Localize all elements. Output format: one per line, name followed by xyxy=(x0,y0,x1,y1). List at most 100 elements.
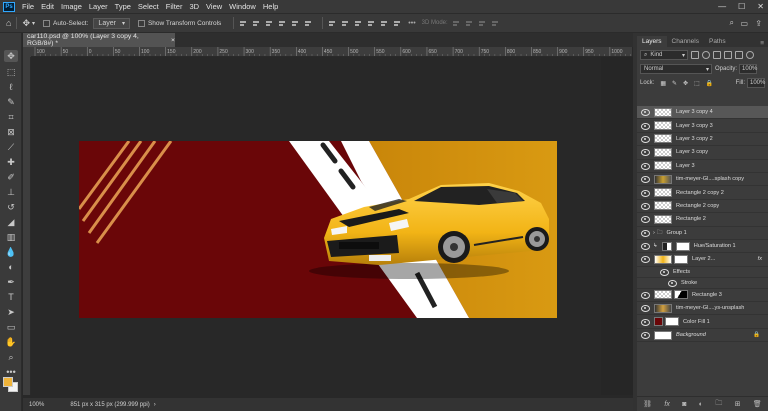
visibility-eye-icon[interactable] xyxy=(640,135,650,143)
visibility-eye-icon[interactable] xyxy=(640,256,650,264)
layer-row[interactable]: Layer 3 copy 3 xyxy=(637,119,768,133)
chevron-right-icon[interactable]: › xyxy=(653,230,655,236)
zoom-tool-icon[interactable]: ⌕ xyxy=(4,351,18,363)
menu-image[interactable]: Image xyxy=(61,2,82,11)
orbit-3d-icon[interactable] xyxy=(452,19,461,28)
menu-edit[interactable]: Edit xyxy=(41,2,54,11)
tab-layers[interactable]: Layers xyxy=(637,36,667,47)
crop-tool-icon[interactable]: ⌗ xyxy=(4,111,18,123)
maximize-button[interactable]: ☐ xyxy=(738,2,745,11)
opacity-input[interactable]: 100% xyxy=(739,64,757,74)
move-tool-icon[interactable]: ✥ xyxy=(4,50,18,62)
layer-row[interactable]: Rectangle 2 copy xyxy=(637,200,768,214)
layer-row[interactable]: tim-meyer-Gl....splash copy xyxy=(637,173,768,187)
lasso-tool-icon[interactable]: ℓ xyxy=(4,81,18,93)
menu-3d[interactable]: 3D xyxy=(189,2,199,11)
artboard-image[interactable] xyxy=(79,141,557,318)
visibility-eye-icon[interactable] xyxy=(640,216,650,224)
zoom-level[interactable]: 100% xyxy=(29,402,44,408)
menu-filter[interactable]: Filter xyxy=(166,2,183,11)
align-center-icon[interactable] xyxy=(291,19,300,28)
layer-row[interactable]: Rectangle 2 xyxy=(637,213,768,227)
distribute-right-icon[interactable] xyxy=(393,19,402,28)
distribute-top-icon[interactable] xyxy=(328,19,337,28)
more-options-icon[interactable]: ••• xyxy=(408,20,415,27)
smart-object-filter-icon[interactable] xyxy=(735,51,743,59)
foreground-color-swatch[interactable] xyxy=(3,377,13,387)
chevron-right-icon[interactable]: › xyxy=(154,402,156,408)
fx-badge[interactable]: fx xyxy=(758,256,762,262)
lock-artboard-icon[interactable]: ⬚ xyxy=(694,80,700,87)
layer-row[interactable]: Color Fill 1 xyxy=(637,315,768,329)
pen-tool-icon[interactable]: ✒ xyxy=(4,276,18,288)
kind-filter-dropdown[interactable]: ⌕ Kind ▾ xyxy=(640,50,688,60)
fill-input[interactable]: 100% xyxy=(747,78,765,88)
minimize-button[interactable]: — xyxy=(718,2,726,11)
slide-3d-icon[interactable] xyxy=(491,19,500,28)
layer-row[interactable]: ↳ Hue/Saturation 1 xyxy=(637,240,768,254)
fx-icon[interactable]: fx xyxy=(664,401,669,408)
transform-controls-checkbox[interactable] xyxy=(137,19,145,27)
document-tab[interactable]: car110.psd @ 100% (Layer 3 copy 4, RGB/8… xyxy=(23,33,175,47)
drag-3d-icon[interactable] xyxy=(478,19,487,28)
visibility-eye-icon[interactable] xyxy=(640,243,650,251)
tab-channels[interactable]: Channels xyxy=(667,36,704,47)
layer-row[interactable]: Layer 3 copy 2 xyxy=(637,133,768,147)
align-left-icon[interactable] xyxy=(278,19,287,28)
tab-paths[interactable]: Paths xyxy=(704,36,731,47)
menu-type[interactable]: Type xyxy=(115,2,131,11)
close-button[interactable]: ✕ xyxy=(757,2,764,11)
lock-pixels-icon[interactable]: ▦ xyxy=(660,80,666,87)
blend-mode-dropdown[interactable]: Normal ▾ xyxy=(640,64,712,74)
menu-view[interactable]: View xyxy=(206,2,222,11)
home-icon[interactable]: ⌂ xyxy=(6,18,11,28)
align-middle-icon[interactable] xyxy=(252,19,261,28)
visibility-eye-icon[interactable] xyxy=(640,122,650,130)
align-right-icon[interactable] xyxy=(304,19,313,28)
menu-window[interactable]: Window xyxy=(229,2,256,11)
roll-3d-icon[interactable] xyxy=(465,19,474,28)
distribute-bottom-icon[interactable] xyxy=(354,19,363,28)
layer-row[interactable]: Background 🔒 xyxy=(637,329,768,343)
gradient-tool-icon[interactable]: ▥ xyxy=(4,231,18,243)
brush-tool-icon[interactable]: ✐ xyxy=(4,171,18,183)
visibility-eye-icon[interactable] xyxy=(640,162,650,170)
visibility-eye-icon[interactable] xyxy=(640,291,650,299)
visibility-eye-icon[interactable] xyxy=(659,268,669,276)
visibility-eye-icon[interactable] xyxy=(640,332,650,340)
horizontal-ruler[interactable]: 100 50 0 50 100 150 200 250 300 350 400 450 500 550 60… xyxy=(31,47,632,57)
share-icon[interactable]: ⇪ xyxy=(755,19,762,28)
menu-layer[interactable]: Layer xyxy=(89,2,108,11)
chevron-down-icon[interactable]: ▾ xyxy=(32,20,35,27)
blur-tool-icon[interactable]: 💧 xyxy=(4,246,18,258)
adjustment-icon[interactable]: ◐ xyxy=(699,401,703,408)
visibility-eye-icon[interactable] xyxy=(640,318,650,326)
auto-select-dropdown[interactable]: Layer ▾ xyxy=(93,17,130,29)
lock-position-icon[interactable]: ✥ xyxy=(683,80,688,87)
path-select-tool-icon[interactable]: ➤ xyxy=(4,306,18,318)
move-tool-icon[interactable]: ✥ xyxy=(22,18,30,29)
layer-row[interactable]: Layer 3 copy 4 xyxy=(637,106,768,120)
shape-filter-icon[interactable] xyxy=(724,51,732,59)
quick-select-tool-icon[interactable]: ✎ xyxy=(4,96,18,108)
distribute-left-icon[interactable] xyxy=(367,19,376,28)
lock-all-icon[interactable]: 🔒 xyxy=(706,80,713,87)
layer-row[interactable]: Layer 3 copy xyxy=(637,146,768,160)
distribute-center-icon[interactable] xyxy=(380,19,389,28)
frame-tool-icon[interactable]: ⊠ xyxy=(4,126,18,138)
menu-file[interactable]: File xyxy=(22,2,34,11)
menu-help[interactable]: Help xyxy=(263,2,278,11)
trash-icon[interactable]: 🗑 xyxy=(753,400,762,408)
distribute-middle-icon[interactable] xyxy=(341,19,350,28)
type-filter-icon[interactable] xyxy=(713,51,721,59)
stroke-effect-row[interactable]: Stroke xyxy=(637,278,768,289)
rectangle-tool-icon[interactable]: ▭ xyxy=(4,321,18,333)
hand-tool-icon[interactable]: ✋ xyxy=(4,336,18,348)
layer-group-row[interactable]: › 🗀 Group 1 xyxy=(637,227,768,240)
lock-paint-icon[interactable]: ✎ xyxy=(672,80,677,87)
search-icon[interactable]: ⌕ xyxy=(730,18,734,28)
layer-row[interactable]: Rectangle 3 xyxy=(637,289,768,303)
auto-select-checkbox[interactable] xyxy=(43,19,50,27)
visibility-eye-icon[interactable] xyxy=(667,279,677,287)
visibility-eye-icon[interactable] xyxy=(640,229,650,237)
